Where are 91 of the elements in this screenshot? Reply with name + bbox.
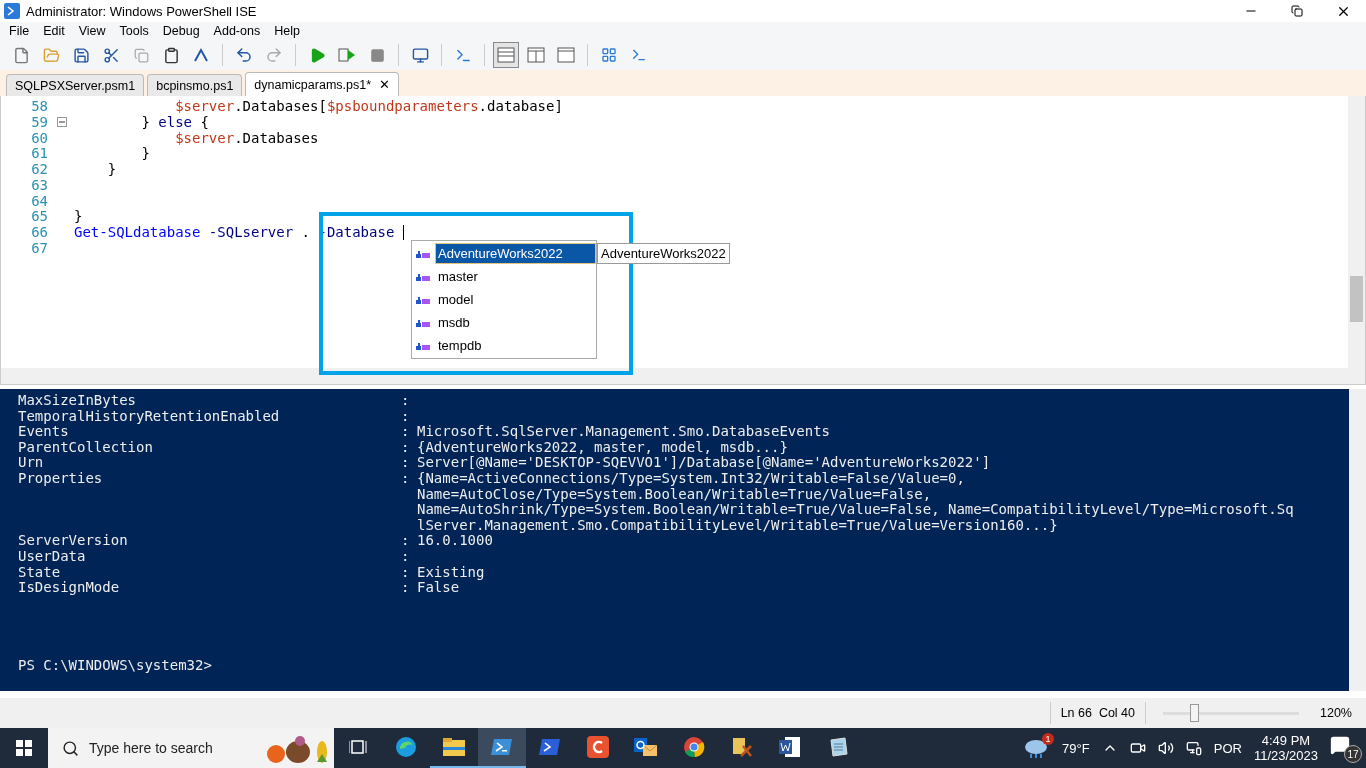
- separator-colon: :: [401, 533, 411, 549]
- database-icon: [415, 318, 431, 327]
- input-language[interactable]: POR: [1213, 740, 1242, 756]
- property-name: Events: [18, 424, 69, 440]
- close-tab-button[interactable]: ✕: [379, 77, 391, 92]
- layout-top-icon[interactable]: [493, 42, 519, 68]
- zoom-level: 120%: [1320, 706, 1352, 720]
- menu-item[interactable]: Edit: [36, 24, 72, 38]
- database-icon: [415, 295, 431, 304]
- search-field[interactable]: Type here to search: [48, 728, 334, 768]
- restore-icon: [1291, 5, 1303, 17]
- horizontal-scrollbar[interactable]: [1, 368, 1348, 384]
- line-number: 58: [30, 97, 48, 114]
- console-prompt: PS C:\WINDOWS\system32>: [18, 657, 213, 673]
- temperature: 79°F: [1062, 740, 1090, 756]
- property-name: ServerVersion: [18, 533, 129, 549]
- separator-colon: :: [401, 580, 411, 596]
- window-title: Administrator: Windows PowerShell ISE: [26, 3, 258, 19]
- menu-item[interactable]: Help: [267, 24, 307, 38]
- separator-colon: :: [401, 439, 411, 456]
- line-number: 62: [30, 161, 48, 178]
- line-number: 63: [30, 176, 48, 193]
- code-line: }: [74, 208, 83, 225]
- separator-colon: :: [401, 548, 411, 565]
- file-tab[interactable]: bcpinsmo.ps1: [147, 74, 243, 96]
- property-value: {AdventureWorks2022, master, model, msdb...}: [417, 439, 788, 456]
- property-value: 16.0.1000: [417, 533, 493, 549]
- powershell-icon: [4, 3, 20, 19]
- cursor-position: Ln 66 Col 40: [1049, 702, 1146, 724]
- menu-item[interactable]: View: [71, 24, 113, 38]
- camera-icon[interactable]: [1129, 740, 1146, 756]
- line-number: 66: [30, 224, 48, 241]
- separator-colon: :: [401, 470, 411, 488]
- code-line: $server.Databases: [174, 129, 319, 146]
- code-line: }: [106, 161, 117, 178]
- code-line: Get-SQLdatabase -SQLserver . -Database: [74, 224, 396, 241]
- property-name: MaxSizeInBytes: [18, 393, 137, 409]
- database-icon: [415, 249, 431, 258]
- property-name: ParentCollection: [18, 439, 154, 456]
- vertical-scrollbar[interactable]: [1348, 96, 1365, 384]
- property-name: IsDesignMode: [18, 580, 121, 596]
- search-icon: [62, 739, 79, 757]
- property-name: Properties: [18, 470, 104, 488]
- line-number: 59: [30, 113, 48, 130]
- code-line: $server.Databases[$psboundparameters.database]: [174, 97, 563, 114]
- property-value: Existing: [417, 564, 485, 581]
- property-value: Server[@Name='DESKTOP-SQEVVO1']/Database[@Name='AdventureWorks2022']: [417, 455, 991, 471]
- database-icon: [415, 272, 431, 281]
- separator-colon: :: [401, 455, 411, 471]
- property-value: Microsoft.SqlServer.Management.Smo.DatabaseEvents: [417, 424, 830, 440]
- completion-item[interactable]: AdventureWorks2022: [435, 243, 596, 264]
- line-number: 65: [30, 208, 48, 225]
- separator-colon: :: [401, 393, 411, 409]
- completion-item[interactable]: model: [435, 289, 596, 310]
- line-number: 60: [30, 129, 48, 146]
- code-line: } else {: [140, 113, 209, 130]
- collapse-icon[interactable]: [57, 116, 67, 127]
- menu-item[interactable]: File: [2, 24, 37, 38]
- property-name: UserData: [18, 548, 87, 565]
- tooltip: AdventureWorks2022: [597, 243, 730, 264]
- windows-logo-icon: [16, 740, 32, 756]
- menu-item[interactable]: Tools: [112, 24, 156, 38]
- notification-badge: 1: [1042, 733, 1055, 745]
- completion-item[interactable]: msdb: [435, 312, 596, 333]
- database-icon: [415, 341, 431, 350]
- property-name: TemporalHistoryRetentionEnabled: [18, 408, 281, 425]
- file-tab[interactable]: dynamicparams.ps1* ✕: [245, 72, 400, 96]
- property-name: Urn: [18, 455, 45, 471]
- menu-item[interactable]: Add-ons: [206, 24, 268, 38]
- code-line: }: [140, 145, 150, 162]
- file-tab[interactable]: SQLPSXServer.psm1: [6, 74, 145, 96]
- separator-colon: :: [401, 408, 411, 425]
- completion-item[interactable]: master: [435, 266, 596, 287]
- line-number: 64: [30, 192, 48, 209]
- property-name: State: [18, 564, 62, 581]
- powershell-ise-icon[interactable]: [478, 728, 526, 768]
- vertical-scrollbar[interactable]: [1349, 389, 1366, 691]
- line-number: 61: [30, 145, 48, 162]
- property-value: False: [417, 580, 460, 596]
- network-icon[interactable]: [1185, 740, 1202, 756]
- clock[interactable]: 4:49 PM 11/23/2023: [1253, 733, 1318, 763]
- separator-colon: :: [401, 424, 411, 440]
- slider-thumb[interactable]: [1190, 704, 1200, 722]
- completion-item[interactable]: tempdb: [435, 335, 596, 356]
- line-number: 67: [30, 240, 48, 257]
- volume-icon[interactable]: [1157, 740, 1174, 756]
- console-pane[interactable]: [0, 389, 1366, 691]
- menu-item[interactable]: Debug: [155, 24, 207, 38]
- notification-count: 17: [1344, 745, 1362, 763]
- property-value: {Name=ActiveConnections/Type=System.Int32/Writable=False/Value=0, Name=AutoClose/Type=System.Boolean/Writable=True/Value=False, Name=AutoShrink/Type=System.Boolean/Writable=True/Value=False, Name=CompatibilityLevel/Type=Microsoft.Sq lServer.Management.Smo.CompatibilityLevel/Writable=True/Value=Version160...}: [417, 470, 1294, 534]
- separator-colon: :: [401, 564, 411, 581]
